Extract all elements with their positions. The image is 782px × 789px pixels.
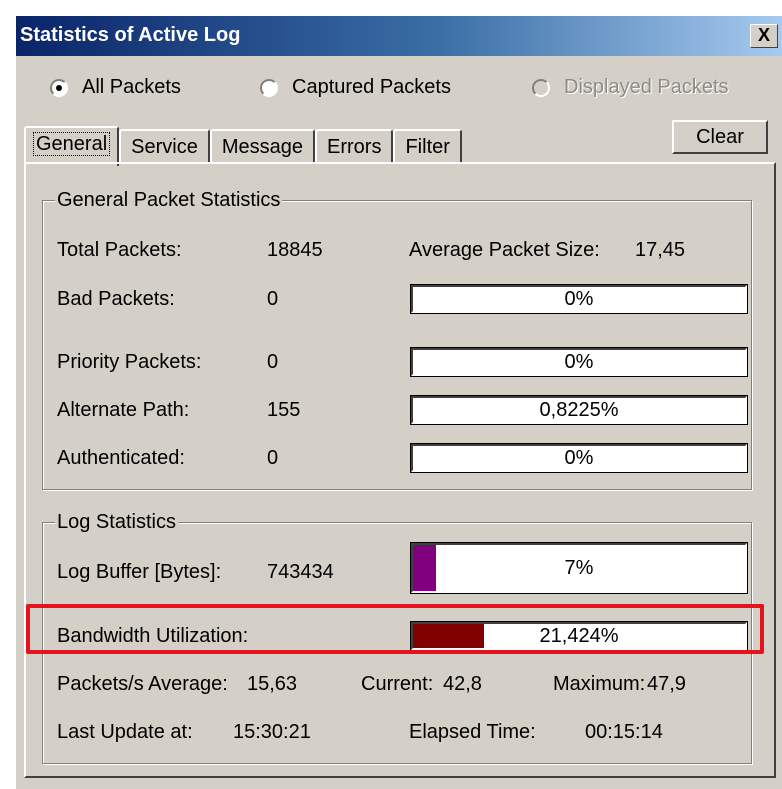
maximum-label: Maximum: — [553, 673, 646, 695]
tab-panel-general: General Packet Statistics Total Packets:… — [24, 162, 776, 778]
tab-service[interactable]: Service — [119, 129, 210, 163]
last-update-label: Last Update at: — [57, 721, 193, 743]
group-legend: Log Statistics — [55, 511, 178, 534]
bad-packets-bar: 0% — [410, 284, 748, 314]
tab-message[interactable]: Message — [209, 129, 316, 163]
radio-captured-packets[interactable]: Captured Packets — [260, 76, 451, 99]
title-bar[interactable]: Statistics of Active Log X — [16, 16, 782, 56]
clear-button[interactable]: Clear — [672, 120, 768, 154]
alternate-path-percent: 0,8225% — [539, 398, 619, 421]
radio-all-packets-label: All Packets — [82, 76, 181, 98]
window-title: Statistics of Active Log — [20, 24, 241, 46]
bandwidth-highlight-box — [26, 604, 764, 654]
authenticated-bar: 0% — [410, 443, 748, 473]
radio-all-packets[interactable]: All Packets — [50, 76, 181, 99]
log-buffer-bar: 7% — [410, 542, 748, 594]
priority-packets-percent: 0% — [564, 350, 594, 373]
radio-empty-icon — [260, 78, 278, 97]
alternate-path-bar: 0,8225% — [410, 395, 748, 425]
radio-empty-icon — [532, 78, 550, 97]
tab-general[interactable]: General — [24, 126, 120, 166]
priority-packets-bar: 0% — [410, 347, 748, 377]
log-buffer-percent: 7% — [564, 556, 594, 579]
authenticated-percent: 0% — [564, 446, 594, 469]
bad-packets-label: Bad Packets: — [57, 288, 175, 310]
log-buffer-label: Log Buffer [Bytes]: — [57, 561, 222, 583]
maximum-value: 47,9 — [647, 673, 686, 695]
log-buffer-value: 743434 — [267, 561, 334, 583]
avg-packet-size-label: Average Packet Size: — [409, 239, 600, 261]
tab-errors[interactable]: Errors — [315, 129, 394, 163]
radio-selected-icon — [50, 78, 68, 97]
packets-average-value: 15,63 — [247, 673, 298, 695]
group-legend: General Packet Statistics — [55, 189, 283, 212]
packets-average-label: Packets/s Average: — [57, 673, 228, 695]
total-packets-value: 18845 — [267, 239, 323, 261]
current-label: Current: — [361, 673, 434, 695]
current-value: 42,8 — [443, 673, 482, 695]
total-packets-label: Total Packets: — [57, 239, 182, 261]
priority-packets-label: Priority Packets: — [57, 351, 202, 373]
tab-filter[interactable]: Filter — [393, 129, 462, 163]
radio-displayed-packets: Displayed Packets — [532, 76, 729, 99]
elapsed-time-value: 00:15:14 — [585, 721, 663, 743]
authenticated-value: 0 — [267, 447, 279, 469]
last-update-value: 15:30:21 — [233, 721, 311, 743]
alternate-path-label: Alternate Path: — [57, 399, 190, 421]
bad-packets-percent: 0% — [564, 287, 594, 310]
bad-packets-value: 0 — [267, 288, 279, 310]
alternate-path-value: 155 — [267, 399, 301, 421]
elapsed-time-label: Elapsed Time: — [409, 721, 536, 743]
authenticated-label: Authenticated: — [57, 447, 185, 469]
tab-strip: General Service Message Errors Filter — [24, 126, 462, 166]
radio-displayed-packets-label: Displayed Packets — [564, 76, 729, 98]
general-packet-statistics-group: General Packet Statistics Total Packets:… — [42, 189, 752, 490]
statistics-window: Statistics of Active Log X All Packets C… — [14, 14, 782, 789]
avg-packet-size-value: 17,45 — [635, 239, 686, 261]
radio-captured-packets-label: Captured Packets — [292, 76, 451, 98]
priority-packets-value: 0 — [267, 351, 279, 373]
close-button[interactable]: X — [750, 24, 778, 48]
